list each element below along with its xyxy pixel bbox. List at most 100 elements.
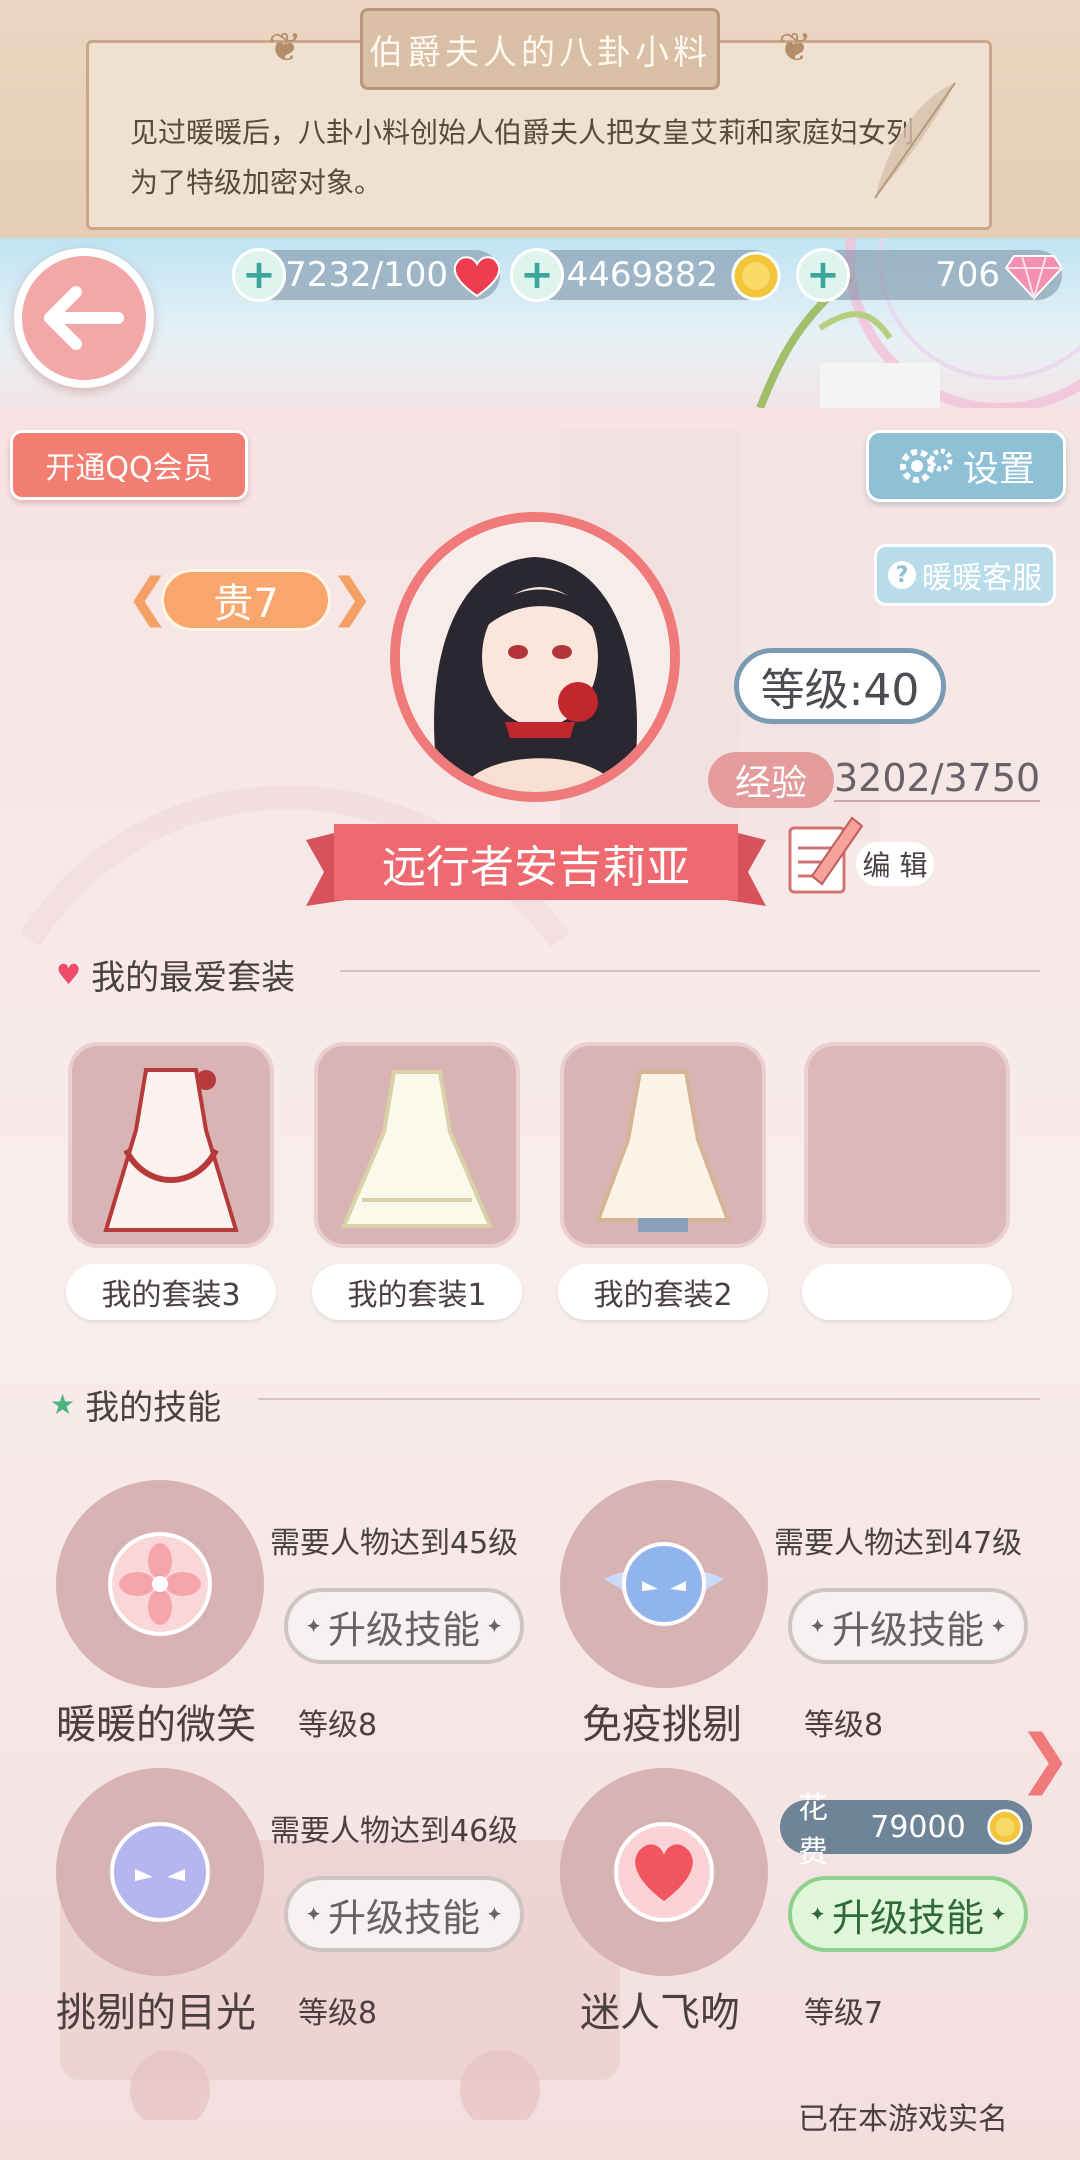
level-indicator: 等级:40 — [734, 648, 946, 724]
customer-service-label: 暖暖客服 — [922, 561, 1042, 596]
skill-icon-circle-4[interactable] — [560, 1768, 768, 1976]
skills-heading: ★ 我的技能 — [50, 1380, 221, 1429]
avatar-portrait-image — [400, 522, 670, 792]
section-divider — [340, 970, 1040, 972]
favorite-outfits-heading: ♥ 我的最爱套装 — [56, 950, 295, 999]
settings-button[interactable]: 设置 — [866, 430, 1066, 502]
skill-icon-circle-3[interactable] — [56, 1768, 264, 1976]
upgrade-label: 升级技能 — [831, 1607, 984, 1652]
back-arrow-icon — [44, 286, 124, 350]
avatar[interactable] — [390, 512, 680, 802]
news-banner-title: 伯爵夫人的八卦小料 — [369, 32, 711, 73]
skill-requirement-2: 需要人物达到47级 — [774, 1526, 1023, 1561]
upgrade-label: 升级技能 — [327, 1607, 480, 1652]
level-label: 等级:40 — [760, 665, 920, 716]
sparkle-icon: ✦ — [305, 1614, 322, 1638]
gold-value: 4469882 — [566, 255, 718, 295]
next-page-arrow-icon[interactable]: ❯ — [1018, 1722, 1072, 1796]
skill-icon-circle-2[interactable] — [560, 1480, 768, 1688]
player-name: 远行者安吉莉亚 — [382, 842, 690, 893]
add-diamond-button[interactable]: + — [796, 248, 850, 302]
skill-level-2: 等级8 — [804, 1708, 884, 1743]
star-bullet-icon: ★ — [50, 1388, 76, 1421]
upgrade-label: 升级技能 — [327, 1895, 480, 1940]
outfit-slot-4-empty[interactable] — [804, 1042, 1010, 1248]
skill-name-4: 迷人飞吻 — [580, 1990, 740, 2036]
gold-coin-icon — [731, 251, 781, 301]
outfit-red-gown-image — [103, 1068, 239, 1232]
outfit-slot-2[interactable] — [314, 1042, 520, 1248]
exp-value: 3202/3750 — [834, 756, 1041, 802]
edit-notebook-icon[interactable] — [786, 814, 866, 900]
vip-badge[interactable]: 贵7 — [128, 560, 364, 640]
sparkle-icon: ✦ — [486, 1902, 503, 1926]
heart-icon — [453, 256, 501, 298]
sakura-flower-icon — [108, 1532, 212, 1636]
winged-mask-icon — [604, 1542, 724, 1626]
gold-coin-icon — [986, 1809, 1023, 1845]
sparkle-icon: ✦ — [990, 1902, 1007, 1926]
outfit-white-gown-image — [340, 1070, 494, 1228]
upgrade-label: 升级技能 — [831, 1895, 984, 1940]
skill-name-3: 挑剔的目光 — [56, 1990, 256, 2036]
section-divider — [258, 1398, 1040, 1400]
back-button[interactable] — [14, 248, 154, 388]
heart-kiss-icon — [614, 1822, 714, 1922]
skill-level-1: 等级8 — [298, 1708, 378, 1743]
sparkle-icon: ✦ — [486, 1614, 503, 1638]
stamina-value: 7232/100 — [285, 255, 448, 295]
skill-cost-pill: 花费 79000 — [780, 1791, 1032, 1870]
help-icon: ? — [888, 561, 916, 589]
settings-label: 设置 — [962, 449, 1035, 490]
sparkle-icon: ✦ — [809, 1614, 826, 1638]
gear-icon — [899, 448, 953, 483]
skill-name-1: 暖暖的微笑 — [56, 1702, 256, 1748]
customer-service-button[interactable]: ? 暖暖客服 — [874, 544, 1056, 606]
swirl-ornament-right-icon: ❦ — [778, 25, 812, 71]
pink-diamond-icon — [1004, 255, 1064, 300]
sparkle-icon: ✦ — [990, 1614, 1007, 1638]
qq-member-button[interactable]: 开通QQ会员 — [10, 430, 248, 500]
exp-tag: 经验 — [708, 752, 834, 808]
outfit-label-3: 我的套装2 — [558, 1264, 768, 1320]
swirl-ornament-left-icon: ❦ — [268, 25, 302, 71]
upgrade-skill-button-2[interactable]: ✦ 升级技能 ✦ — [788, 1588, 1028, 1664]
upgrade-skill-button-3[interactable]: ✦ 升级技能 ✦ — [284, 1876, 524, 1952]
favorite-outfits-title: 我的最爱套装 — [91, 958, 296, 998]
diamond-value: 706 — [935, 255, 1000, 295]
skill-level-4: 等级7 — [804, 1996, 884, 2031]
outfit-label-1: 我的套装3 — [66, 1264, 276, 1320]
exp-label: 经验 — [734, 763, 807, 804]
outfit-slot-1[interactable] — [68, 1042, 274, 1248]
skill-requirement-3: 需要人物达到46级 — [270, 1814, 519, 1849]
outfit-label-2: 我的套装1 — [312, 1264, 522, 1320]
edit-profile-button[interactable]: 编 辑 — [856, 842, 934, 886]
purple-mask-icon — [110, 1822, 210, 1922]
news-banner-line-1: 见过暖暖后，八卦小料创始人伯爵夫人把女皇艾莉和家庭妇女列 — [130, 116, 915, 149]
news-banner-title-plate: 伯爵夫人的八卦小料 — [360, 8, 720, 90]
add-gold-button[interactable]: + — [510, 248, 564, 302]
cost-label: 花费 — [798, 1791, 828, 1870]
sparkle-icon: ✦ — [809, 1902, 826, 1926]
upgrade-skill-button-4[interactable]: ✦ 升级技能 ✦ — [788, 1876, 1028, 1952]
realname-verified-note: 已在本游戏实名 — [798, 2102, 1008, 2137]
add-stamina-button[interactable]: + — [232, 248, 286, 302]
news-banner-text: 见过暖暖后，八卦小料创始人伯爵夫人把女皇艾莉和家庭妇女列 为了特级加密对象。 — [130, 108, 960, 208]
cost-value: 79000 — [870, 1809, 966, 1845]
qq-member-label: 开通QQ会员 — [45, 451, 213, 486]
skill-level-3: 等级8 — [298, 1996, 378, 2031]
quill-feather-icon — [874, 82, 956, 199]
sparkle-icon: ✦ — [305, 1902, 322, 1926]
upgrade-skill-button-1[interactable]: ✦ 升级技能 ✦ — [284, 1588, 524, 1664]
outfit-slot-3[interactable] — [560, 1042, 766, 1248]
vip-label: 贵7 — [213, 581, 279, 627]
outfit-cream-gown-image — [595, 1070, 731, 1232]
heart-bullet-icon: ♥ — [56, 958, 82, 991]
skill-name-2: 免疫挑剔 — [582, 1702, 742, 1748]
skills-title: 我的技能 — [85, 1388, 222, 1428]
edit-label: 编 辑 — [862, 849, 928, 882]
skill-icon-circle-1[interactable] — [56, 1480, 264, 1688]
news-banner-line-2: 为了特级加密对象。 — [130, 166, 383, 199]
outfit-label-4 — [802, 1264, 1012, 1320]
skill-requirement-1: 需要人物达到45级 — [270, 1526, 519, 1561]
